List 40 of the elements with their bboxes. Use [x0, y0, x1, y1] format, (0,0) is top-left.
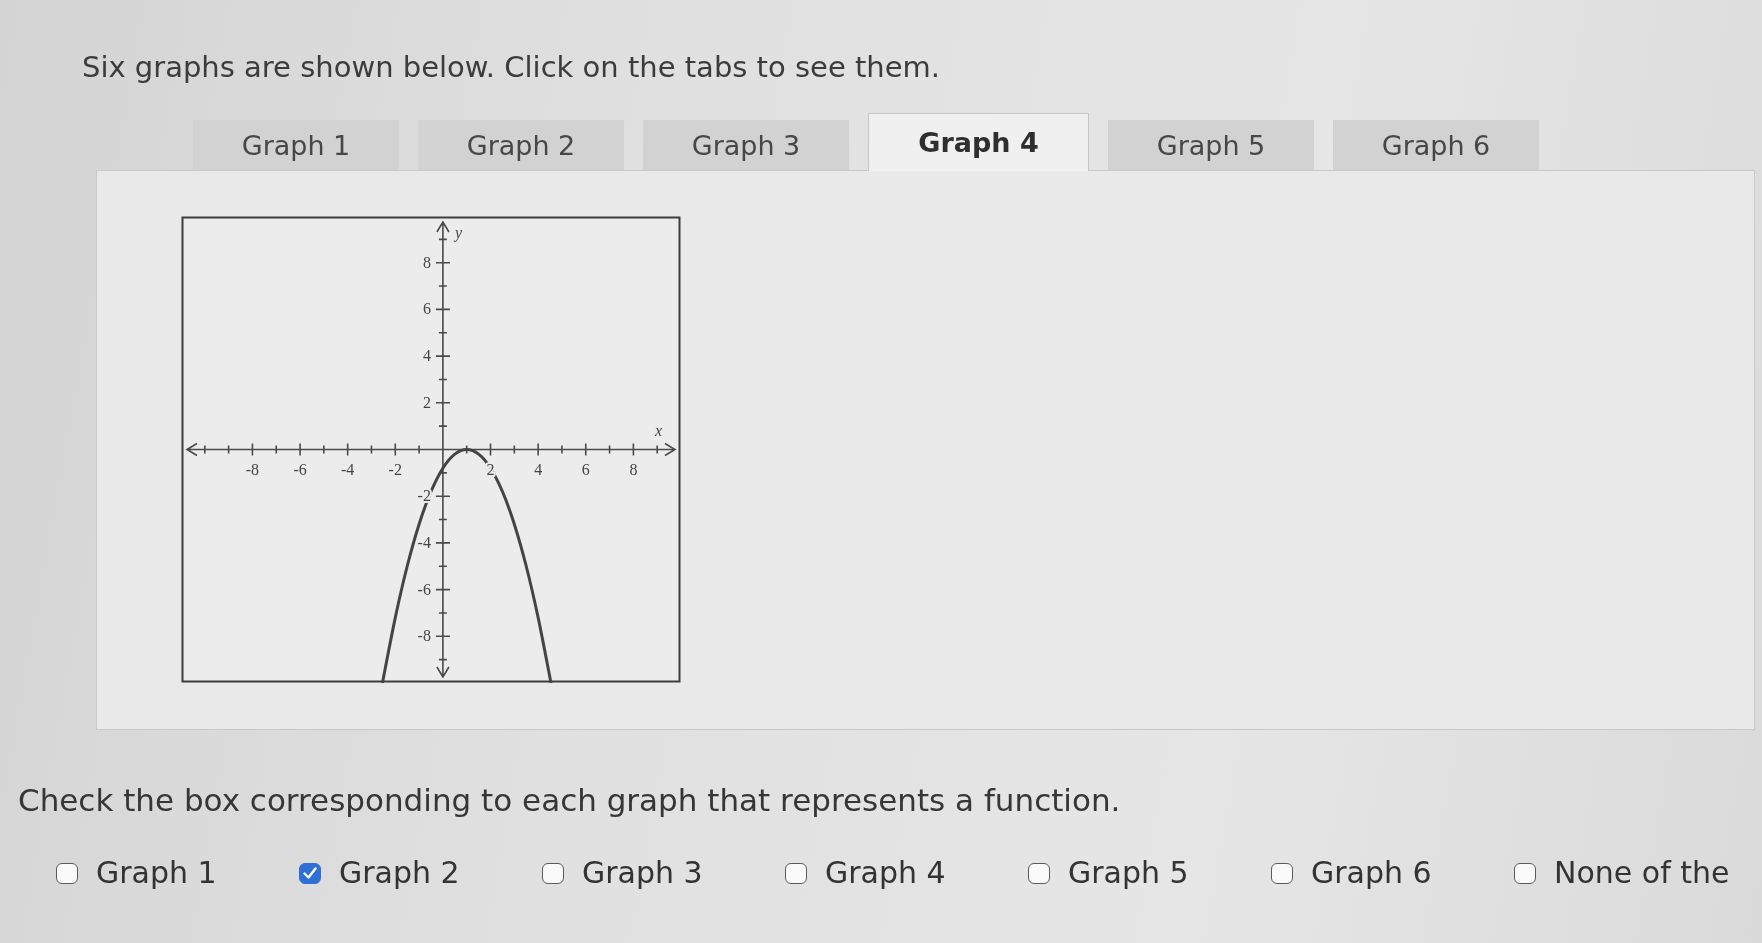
tick-label: -4 — [341, 460, 355, 478]
option-label[interactable]: Graph 3 — [582, 855, 703, 891]
axis-label: y — [454, 224, 462, 241]
tick-label: 2 — [422, 393, 431, 411]
checkbox[interactable] — [1028, 862, 1050, 884]
question-text: Check the box corresponding to each graph that represents a function. — [18, 782, 1121, 818]
tick-label: 8 — [629, 460, 638, 478]
tick-label: 4 — [534, 460, 543, 478]
option-label[interactable]: None of the — [1554, 855, 1730, 891]
tab[interactable]: Graph 6 — [1333, 120, 1539, 170]
option-label[interactable]: Graph 2 — [339, 855, 460, 891]
tick-label: -4 — [417, 533, 431, 551]
checkmark-icon — [303, 867, 317, 879]
checkbox[interactable] — [1514, 862, 1536, 884]
checkbox[interactable] — [56, 862, 78, 884]
axis-label: x — [655, 421, 663, 439]
option-label[interactable]: Graph 5 — [1068, 855, 1189, 891]
tab[interactable]: Graph 5 — [1108, 120, 1314, 170]
option-label[interactable]: Graph 1 — [96, 855, 217, 891]
option-label[interactable]: Graph 4 — [825, 855, 946, 891]
checkbox[interactable] — [299, 862, 321, 884]
tick-label: 2 — [486, 460, 495, 478]
checkbox[interactable] — [542, 862, 564, 884]
tick-label: 6 — [581, 460, 590, 478]
instruction-text: Six graphs are shown below. Click on the tabs to see them. — [82, 50, 941, 84]
tick-label: -6 — [293, 460, 307, 478]
tab[interactable]: Graph 4 — [868, 113, 1089, 171]
tab[interactable]: Graph 3 — [643, 120, 849, 170]
tick-label: 8 — [422, 253, 431, 271]
tick-label: -6 — [417, 580, 431, 598]
tab[interactable]: Graph 1 — [193, 120, 399, 170]
tick-label: 4 — [422, 347, 431, 365]
tab[interactable]: Graph 2 — [418, 120, 624, 170]
option-label[interactable]: Graph 6 — [1311, 855, 1432, 891]
tick-label: -8 — [417, 627, 431, 645]
checkbox[interactable] — [785, 862, 807, 884]
tick-label: -2 — [388, 460, 402, 478]
checkbox[interactable] — [1271, 862, 1293, 884]
tick-label: -8 — [245, 460, 260, 478]
tick-label: 6 — [422, 300, 431, 318]
